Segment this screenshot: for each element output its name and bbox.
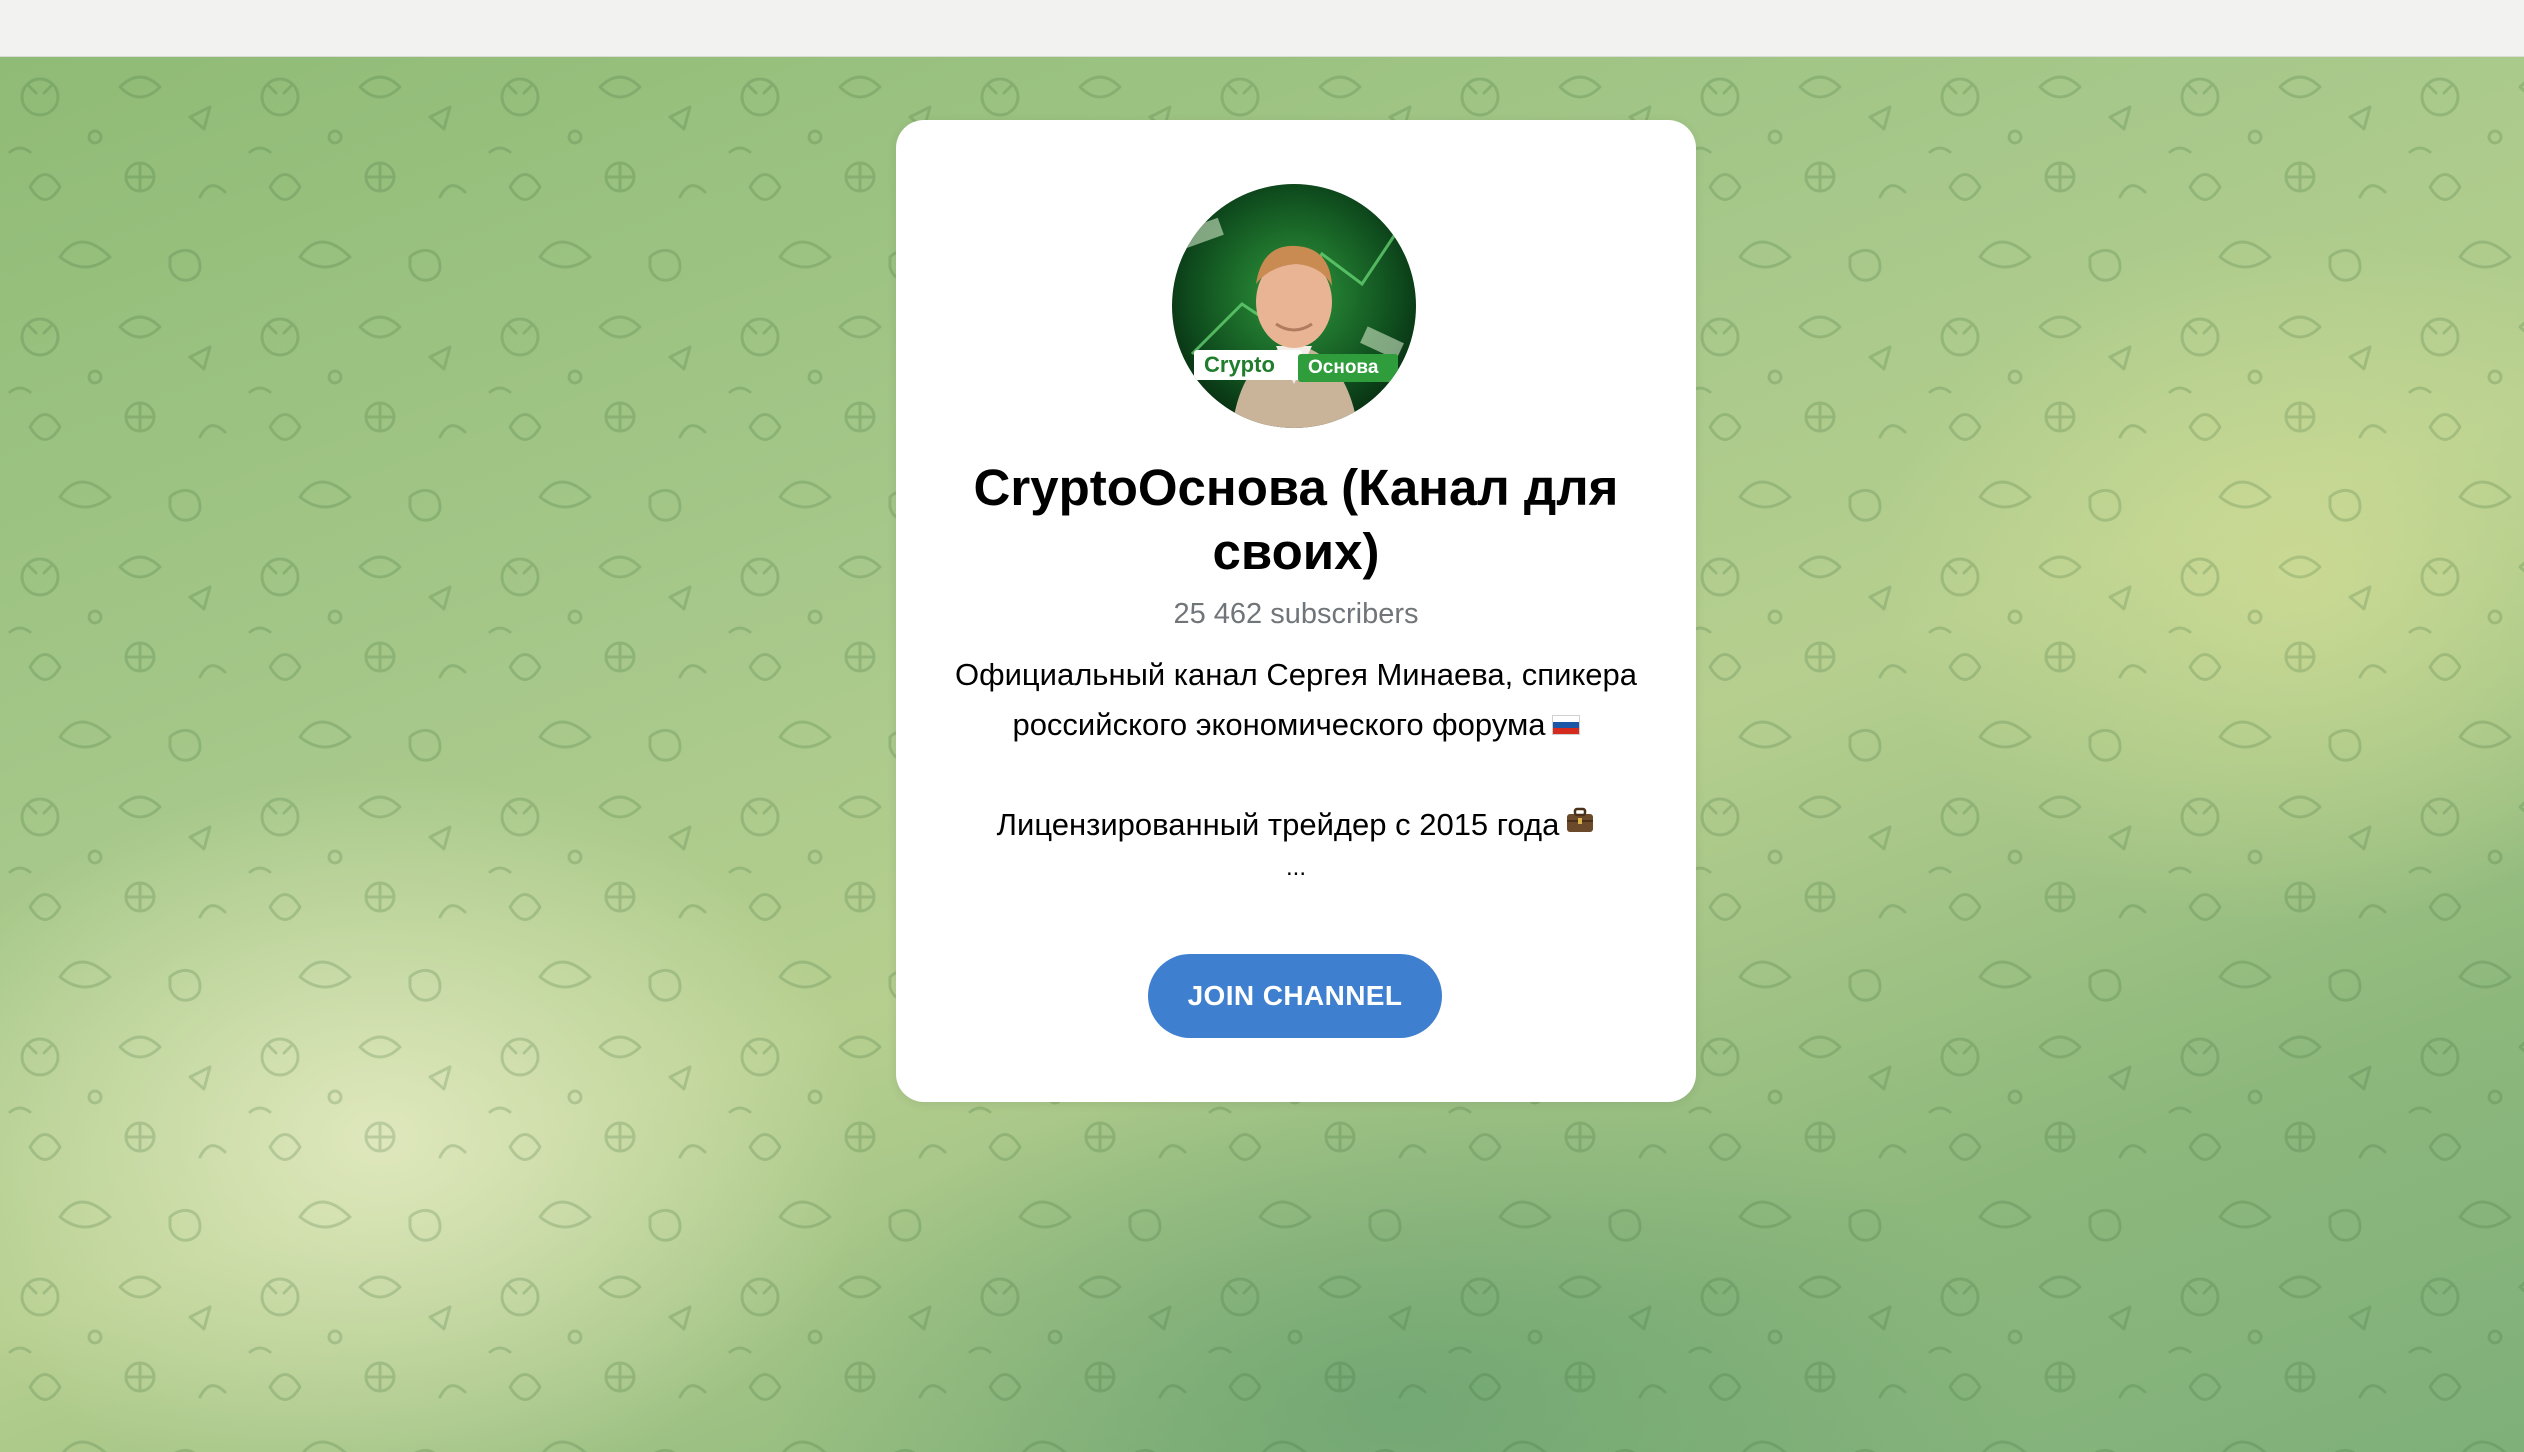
description-line-1: Официальный канал Сергея Минаева, спикер… (954, 657, 1638, 692)
description-gap (936, 750, 1656, 800)
channel-description: Официальный канал Сергея Минаева, спикер… (936, 650, 1656, 886)
avatar-label-osnova: Основа (1308, 357, 1379, 378)
channel-avatar[interactable]: Crypto Основа (1172, 184, 1416, 428)
russia-flag-icon (1551, 714, 1580, 735)
description-line-3: Лицензированный трейдер с 2015 года (936, 800, 1656, 850)
briefcase-icon (1565, 799, 1595, 849)
avatar-label-crypto: Crypto (1204, 352, 1275, 377)
description-line-2: российского экономического форума (936, 700, 1656, 750)
description-more: ... (1285, 854, 1306, 881)
browser-top-bar (0, 0, 2524, 57)
channel-title: CryptoОснова (Канал для своих) (973, 459, 1619, 580)
avatar-image (1172, 184, 1416, 428)
join-channel-button[interactable]: JOIN CHANNEL (1148, 954, 1442, 1038)
subscriber-count: 25 462 subscribers (1173, 598, 1419, 630)
channel-card: Crypto Основа CryptoОснова (Канал для св… (896, 120, 1696, 1102)
